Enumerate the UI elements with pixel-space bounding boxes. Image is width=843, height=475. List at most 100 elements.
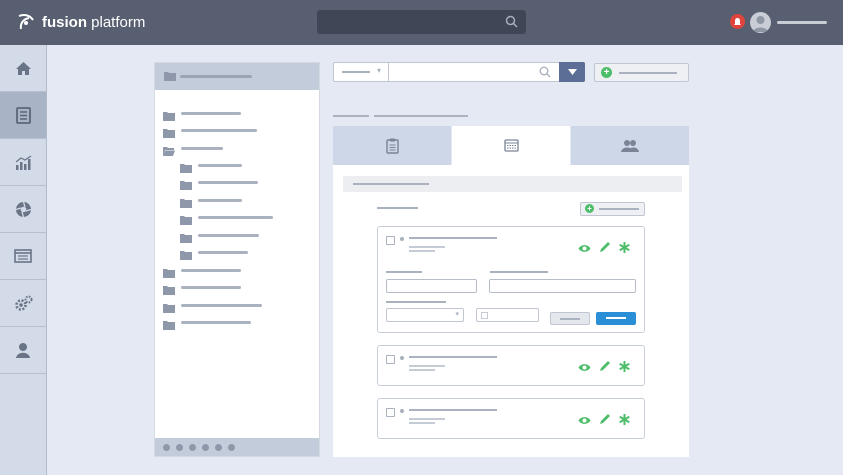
bell-icon[interactable] — [730, 14, 745, 29]
date-field[interactable] — [476, 308, 539, 322]
folder-icon — [163, 269, 175, 278]
add-new-button[interactable]: + — [594, 63, 689, 82]
asterisk-icon[interactable] — [619, 360, 630, 374]
tree-item-label-placeholder — [198, 164, 242, 167]
logo[interactable]: fusion platform — [16, 12, 145, 32]
asterisk-icon[interactable] — [619, 413, 630, 427]
item-subtitle-placeholder — [409, 246, 445, 248]
tree-item[interactable] — [163, 108, 253, 121]
pencil-icon[interactable] — [599, 241, 611, 255]
user-avatar-icon[interactable] — [750, 12, 771, 33]
tree-item-label-placeholder — [181, 286, 241, 289]
page-dot[interactable] — [176, 443, 183, 451]
user-name-placeholder[interactable] — [777, 21, 827, 24]
item-title-placeholder — [409, 237, 497, 239]
top-bar: fusion platform — [0, 0, 843, 45]
folder-icon — [180, 199, 192, 208]
breadcrumb-item[interactable] — [374, 115, 468, 117]
section-header-bar — [343, 176, 682, 192]
tree-item-label-placeholder — [181, 112, 241, 115]
filter-search-bar: ▾ — [333, 62, 585, 82]
document-icon — [15, 106, 31, 124]
page-dot[interactable] — [202, 443, 209, 451]
plus-icon: + — [585, 204, 594, 213]
eye-icon[interactable] — [578, 242, 591, 255]
calendar-icon — [481, 312, 488, 319]
tree-item[interactable] — [180, 247, 260, 260]
chevron-down-icon — [567, 69, 577, 75]
tree-item[interactable] — [163, 125, 269, 138]
save-button[interactable] — [596, 312, 636, 325]
page-dot[interactable] — [228, 443, 235, 451]
left-nav — [0, 45, 47, 475]
chevron-down-icon: ▾ — [377, 66, 382, 75]
tree-item[interactable] — [180, 230, 271, 243]
global-search-input[interactable] — [317, 10, 526, 34]
tree-item[interactable] — [163, 300, 274, 313]
item-title-placeholder — [409, 409, 497, 411]
pencil-icon[interactable] — [599, 360, 611, 374]
search-icon[interactable] — [505, 15, 518, 28]
item-subtitle-placeholder — [409, 369, 435, 371]
section-title-placeholder — [353, 183, 429, 185]
select-field[interactable]: ▾ — [386, 308, 464, 322]
nav-item-home[interactable] — [0, 45, 46, 92]
nav-item-settings[interactable] — [0, 280, 46, 327]
tree-item-label-placeholder — [198, 234, 259, 237]
text-field[interactable] — [386, 279, 477, 293]
tree-item[interactable] — [180, 195, 254, 208]
tab-bar — [333, 126, 689, 165]
text-field[interactable] — [489, 279, 636, 293]
tree-item[interactable] — [163, 265, 253, 278]
tree-item-label-placeholder — [181, 321, 251, 324]
page-dot[interactable] — [163, 443, 170, 451]
add-item-button[interactable]: + — [580, 202, 645, 216]
page-dot[interactable] — [215, 443, 222, 451]
item-subtitle-placeholder — [409, 365, 445, 367]
page-dot[interactable] — [189, 443, 196, 451]
tree-item[interactable] — [163, 143, 235, 156]
clipboard-icon — [385, 138, 399, 154]
item-card-expanded: ▾ — [377, 226, 645, 333]
asterisk-icon[interactable] — [619, 241, 630, 255]
item-checkbox[interactable] — [386, 408, 395, 417]
tree-item[interactable] — [180, 212, 285, 225]
item-actions — [578, 360, 630, 374]
tree-header[interactable] — [155, 63, 319, 90]
item-card — [377, 398, 645, 439]
pencil-icon[interactable] — [599, 413, 611, 427]
nav-item-analytics[interactable] — [0, 139, 46, 186]
nav-item-documents[interactable] — [0, 92, 46, 139]
breadcrumb-item[interactable] — [333, 115, 369, 117]
cancel-button[interactable] — [550, 312, 590, 325]
tree-item[interactable] — [180, 177, 270, 190]
tree-item-label-placeholder — [181, 129, 257, 132]
nav-item-profile[interactable] — [0, 327, 46, 374]
nav-item-list[interactable] — [0, 233, 46, 280]
eye-icon[interactable] — [578, 361, 591, 374]
tab-users[interactable] — [571, 126, 689, 165]
tree-item[interactable] — [163, 282, 253, 295]
folder-icon — [163, 321, 175, 330]
item-subtitle-placeholder — [409, 422, 435, 424]
required-marker — [400, 237, 404, 241]
filter-type-select[interactable]: ▾ — [334, 63, 389, 81]
folder-icon — [180, 251, 192, 260]
tree-item[interactable] — [163, 317, 263, 330]
user-icon — [16, 343, 30, 358]
item-checkbox[interactable] — [386, 355, 395, 364]
button-label-placeholder — [599, 208, 639, 210]
tree-item[interactable] — [180, 160, 254, 173]
item-card — [377, 345, 645, 386]
filter-dropdown-button[interactable] — [559, 62, 585, 82]
search-icon[interactable] — [539, 66, 551, 78]
tab-calculator[interactable] — [452, 126, 570, 165]
item-actions — [578, 413, 630, 427]
eye-icon[interactable] — [578, 414, 591, 427]
content-panel: + ▾ — [333, 165, 689, 457]
tab-clipboard[interactable] — [333, 126, 451, 165]
nav-item-aperture[interactable] — [0, 186, 46, 233]
item-checkbox[interactable] — [386, 236, 395, 245]
item-title-placeholder — [409, 356, 497, 358]
tree-pagination — [155, 438, 319, 456]
